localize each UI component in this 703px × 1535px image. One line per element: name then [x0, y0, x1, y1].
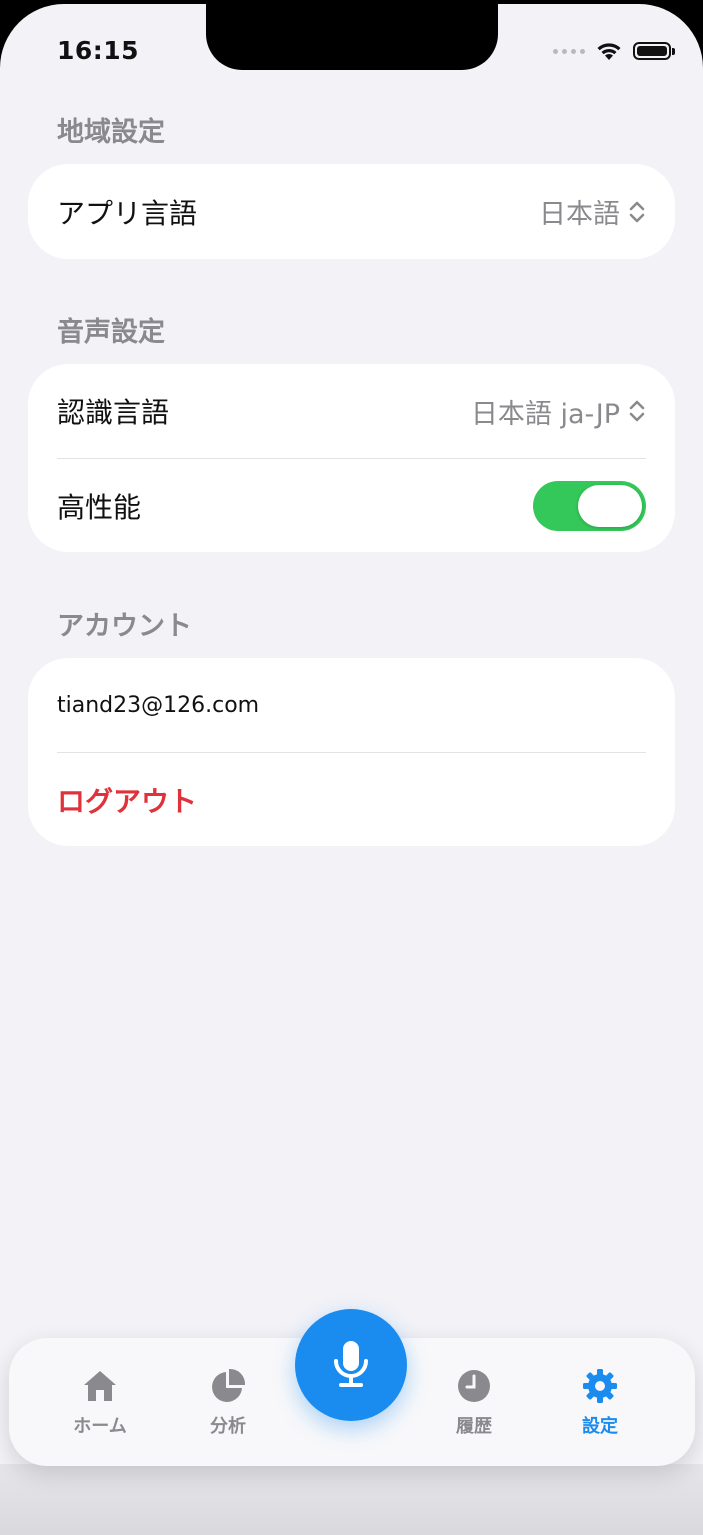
- tab-history-label: 履歴: [456, 1416, 492, 1437]
- microphone-icon: [334, 1341, 368, 1387]
- wifi-icon: [597, 43, 621, 60]
- tab-settings[interactable]: 設定: [545, 1366, 655, 1438]
- tab-analysis[interactable]: 分析: [173, 1366, 283, 1438]
- tab-history[interactable]: 履歴: [419, 1366, 529, 1438]
- app-language-value: 日本語: [539, 199, 620, 230]
- status-indicators: [553, 40, 675, 62]
- bottom-shade: [0, 1464, 703, 1535]
- app-language-picker[interactable]: 日本語: [539, 192, 646, 231]
- section-title-region: 地域設定: [57, 117, 165, 148]
- voice-settings-card: 認識言語 日本語 ja-JP 高性能: [28, 364, 675, 552]
- app-language-row[interactable]: アプリ言語 日本語: [57, 164, 646, 259]
- high-performance-row: 高性能: [57, 459, 646, 552]
- gear-icon: [583, 1369, 617, 1403]
- chevron-up-down-icon: [629, 201, 645, 222]
- device-notch: [206, 4, 498, 70]
- phone-frame: 16:15 地域設定 アプリ言語 日本語 音声設定 認識言語 日本語 ja-JP…: [0, 0, 703, 1535]
- record-mic-button[interactable]: [295, 1309, 407, 1421]
- high-performance-toggle[interactable]: [533, 480, 646, 531]
- tab-analysis-label: 分析: [210, 1416, 246, 1437]
- account-email-row: tiand23@126.com: [57, 658, 646, 752]
- section-title-voice: 音声設定: [57, 317, 165, 348]
- recognition-language-label: 認識言語: [57, 396, 170, 429]
- settings-screen: 16:15 地域設定 アプリ言語 日本語 音声設定 認識言語 日本語 ja-JP…: [0, 4, 703, 1535]
- logout-row[interactable]: ログアウト: [57, 753, 646, 846]
- tab-settings-label: 設定: [582, 1416, 618, 1437]
- high-performance-label: 高性能: [57, 490, 142, 524]
- toggle-knob: [578, 484, 642, 527]
- app-language-label: アプリ言語: [57, 196, 198, 230]
- clock-icon: [458, 1370, 490, 1402]
- account-email: tiand23@126.com: [57, 692, 260, 718]
- pie-chart-icon: [212, 1368, 246, 1402]
- recognition-language-row[interactable]: 認識言語 日本語 ja-JP: [57, 364, 646, 458]
- recognition-language-picker[interactable]: 日本語 ja-JP: [471, 392, 646, 431]
- cellular-signal-icon: [553, 48, 585, 54]
- home-icon: [84, 1371, 116, 1401]
- battery-icon: [633, 42, 675, 60]
- section-title-account: アカウント: [57, 611, 192, 642]
- account-card: tiand23@126.com ログアウト: [28, 658, 675, 846]
- logout-button[interactable]: ログアウト: [57, 780, 197, 820]
- tab-home[interactable]: ホーム: [45, 1366, 155, 1438]
- tab-home-label: ホーム: [73, 1416, 127, 1437]
- region-settings-card: アプリ言語 日本語: [28, 164, 675, 259]
- chevron-up-down-icon: [629, 400, 645, 422]
- recognition-language-value: 日本語 ja-JP: [470, 398, 620, 430]
- status-time: 16:15: [57, 36, 140, 65]
